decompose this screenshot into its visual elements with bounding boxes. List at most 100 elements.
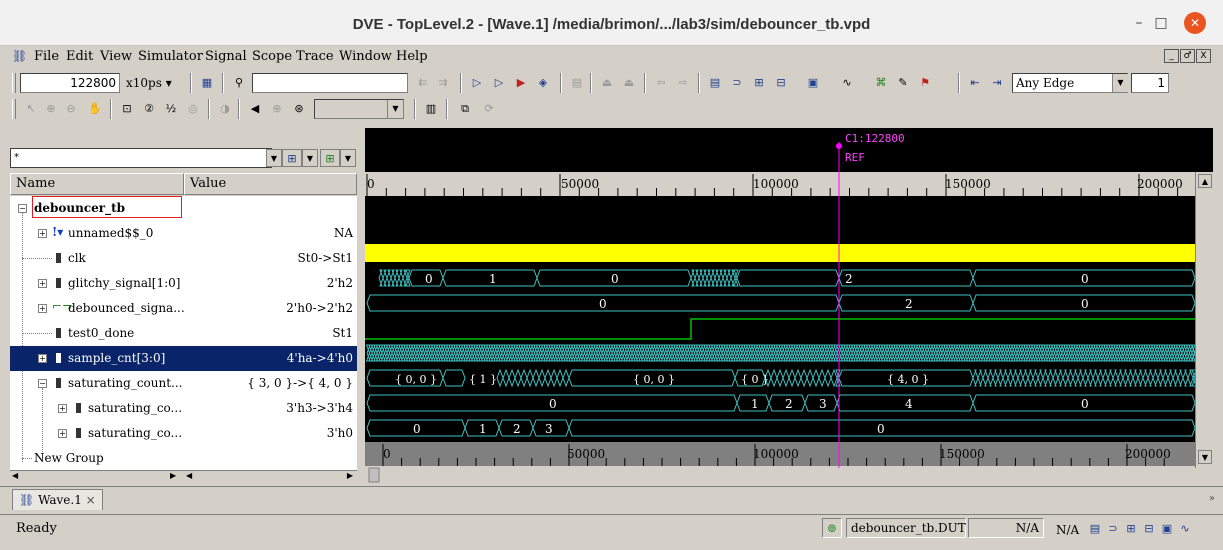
- menu-view[interactable]: View: [100, 49, 132, 64]
- search-combo[interactable]: [252, 73, 408, 93]
- scroll-down-icon[interactable]: ▼: [1198, 450, 1212, 464]
- find-next-icon[interactable]: ⇉: [434, 74, 452, 92]
- zoom-out-icon[interactable]: ⊖: [62, 100, 80, 118]
- saturating-co-2-waveform[interactable]: [366, 419, 1196, 437]
- tree-row-saturating-count[interactable]: − saturating_count... { 3, 0 }->{ 4, 0 }: [10, 371, 357, 396]
- chevron-down-icon[interactable]: ▼: [387, 100, 403, 118]
- close-icon[interactable]: ×: [86, 493, 96, 507]
- grid-icon[interactable]: ▥: [422, 100, 440, 118]
- menu-window[interactable]: Window: [339, 49, 392, 64]
- pan-icon[interactable]: ✋: [86, 100, 104, 118]
- scroll-up-icon[interactable]: ▲: [1198, 174, 1212, 188]
- signal-panel-hscrollbar[interactable]: ◀ ▶ ◀ ▶: [10, 470, 357, 484]
- run-icon[interactable]: ◈: [534, 74, 552, 92]
- step-icon[interactable]: ▷: [468, 74, 486, 92]
- glitchy-signal-waveform[interactable]: [378, 269, 1196, 287]
- display-options-icon[interactable]: ⊞: [320, 149, 340, 167]
- menu-scope[interactable]: Scope: [252, 49, 292, 64]
- upload-icon[interactable]: ⏏: [598, 74, 616, 92]
- wave-icon[interactable]: ∿: [1176, 520, 1194, 538]
- pointer-icon[interactable]: ↖: [22, 100, 40, 118]
- sample-cnt-waveform[interactable]: [365, 344, 1199, 362]
- expand-icon[interactable]: +: [58, 404, 67, 413]
- collapse-icon[interactable]: −: [18, 204, 27, 213]
- zoom-half-icon[interactable]: ½: [162, 100, 180, 118]
- tree-row-unnamed[interactable]: + !▾ unnamed$$_0 NA: [10, 221, 357, 246]
- minimize-button[interactable]: –: [1128, 12, 1150, 34]
- cursor-handle[interactable]: [836, 143, 842, 149]
- view-icon[interactable]: ⊛: [290, 100, 308, 118]
- copy-icon[interactable]: ⧉: [456, 100, 474, 118]
- toolbar-grip[interactable]: [12, 99, 16, 119]
- mdi-minimize-button[interactable]: _: [1164, 49, 1179, 63]
- edge-type-select[interactable]: Any Edge: [1012, 73, 1128, 93]
- wave-hscrollbar[interactable]: [365, 466, 1213, 484]
- tree-row-saturating-co-2[interactable]: + saturating_co... 3'h0: [10, 421, 357, 446]
- compare-icon[interactable]: ⌘: [872, 74, 890, 92]
- zoom-cursor-icon[interactable]: ◑: [216, 100, 234, 118]
- menu-signal[interactable]: Signal: [205, 49, 247, 64]
- scroll-left-icon[interactable]: ◀: [186, 471, 192, 480]
- window-icon[interactable]: ▣: [804, 74, 822, 92]
- expand-icon[interactable]: +: [38, 304, 47, 313]
- hierarchy-icon[interactable]: ⊟: [772, 74, 790, 92]
- doc-icon[interactable]: ▤: [568, 74, 586, 92]
- zoom-in-icon[interactable]: ⊕: [42, 100, 60, 118]
- tab-wave-1[interactable]: ⛓ Wave.1 ×: [12, 489, 103, 510]
- column-header-name[interactable]: Name: [10, 173, 184, 195]
- prev-edge-icon[interactable]: ⇤: [966, 74, 984, 92]
- tree-row-debouncer-tb[interactable]: − debouncer_tb: [10, 196, 357, 221]
- time-unit-select[interactable]: x10ps ▾: [126, 76, 172, 90]
- wave-icon[interactable]: ∿: [838, 74, 856, 92]
- scope-icon[interactable]: ⊚: [822, 518, 842, 538]
- mdi-close-button[interactable]: X: [1196, 49, 1211, 63]
- menu-edit[interactable]: Edit: [66, 49, 93, 64]
- scroll-left-icon[interactable]: ◀: [12, 471, 18, 480]
- test0-done-waveform[interactable]: [365, 318, 1195, 340]
- tree-row-new-group[interactable]: New Group: [10, 446, 357, 470]
- scroll-left-icon[interactable]: [368, 467, 380, 483]
- expand-icon[interactable]: +: [38, 279, 47, 288]
- forward-icon[interactable]: ⇨: [674, 74, 692, 92]
- menu-help[interactable]: Help: [396, 49, 428, 64]
- marker-icon[interactable]: ⚑: [916, 74, 934, 92]
- schematic-icon[interactable]: ⊞: [1122, 520, 1140, 538]
- filter-input[interactable]: *: [10, 148, 272, 168]
- view-select[interactable]: ▼: [314, 99, 404, 119]
- mdi-restore-button[interactable]: ♂: [1180, 49, 1195, 63]
- list-icon[interactable]: ▤: [706, 74, 724, 92]
- next-edge-icon[interactable]: ⇥: [988, 74, 1006, 92]
- tree-row-clk[interactable]: clk St0->St1: [10, 246, 357, 271]
- tree-row-debounced-signal[interactable]: + ⌐¬ debounced_signa... 2'h0->2'h2: [10, 296, 357, 321]
- maximize-button[interactable]: □: [1150, 12, 1172, 34]
- waveform-canvas[interactable]: 0 50000 100000 150000 200000 0 1 0 2 0 0…: [365, 128, 1213, 484]
- zoom-full-icon[interactable]: ⊡: [118, 100, 136, 118]
- chevron-down-icon[interactable]: ▼: [266, 149, 282, 167]
- tree-row-test0-done[interactable]: test0_done St1: [10, 321, 357, 346]
- window-icon[interactable]: ▣: [1158, 520, 1176, 538]
- tree-row-glitchy-signal[interactable]: + glitchy_signal[1:0] 2'h2: [10, 271, 357, 296]
- menu-simulator[interactable]: Simulator: [138, 49, 203, 64]
- expand-icon[interactable]: +: [38, 354, 47, 363]
- next-icon[interactable]: ▷: [490, 74, 508, 92]
- menu-trace[interactable]: Trace: [296, 49, 334, 64]
- scroll-right-icon[interactable]: ▶: [347, 471, 353, 480]
- hierarchy-icon[interactable]: ⊟: [1140, 520, 1158, 538]
- chevron-down-icon[interactable]: ▼: [302, 149, 318, 167]
- pen-icon[interactable]: ✎: [894, 74, 912, 92]
- expand-icon[interactable]: +: [38, 229, 47, 238]
- zoom-2x-icon[interactable]: ②: [140, 100, 158, 118]
- list-icon[interactable]: ▤: [1086, 520, 1104, 538]
- column-header-value[interactable]: Value: [184, 173, 357, 195]
- find-prev-icon[interactable]: ⇇: [414, 74, 432, 92]
- chevron-down-icon[interactable]: ▼: [1112, 74, 1128, 92]
- expand-icon[interactable]: +: [58, 429, 67, 438]
- toolbar-grip[interactable]: [12, 73, 16, 93]
- wave-vscrollbar[interactable]: ▲ ▼: [1195, 172, 1213, 468]
- saturating-co-1-waveform[interactable]: [366, 394, 1196, 412]
- tree-row-sample-cnt[interactable]: + sample_cnt[3:0] 4'ha->4'h0: [10, 346, 357, 371]
- gate-icon[interactable]: ⊃: [728, 74, 746, 92]
- filter-options-icon[interactable]: ⊞: [282, 149, 302, 167]
- refresh-icon[interactable]: ⟳: [480, 100, 498, 118]
- scroll-right-icon[interactable]: ▶: [170, 471, 176, 480]
